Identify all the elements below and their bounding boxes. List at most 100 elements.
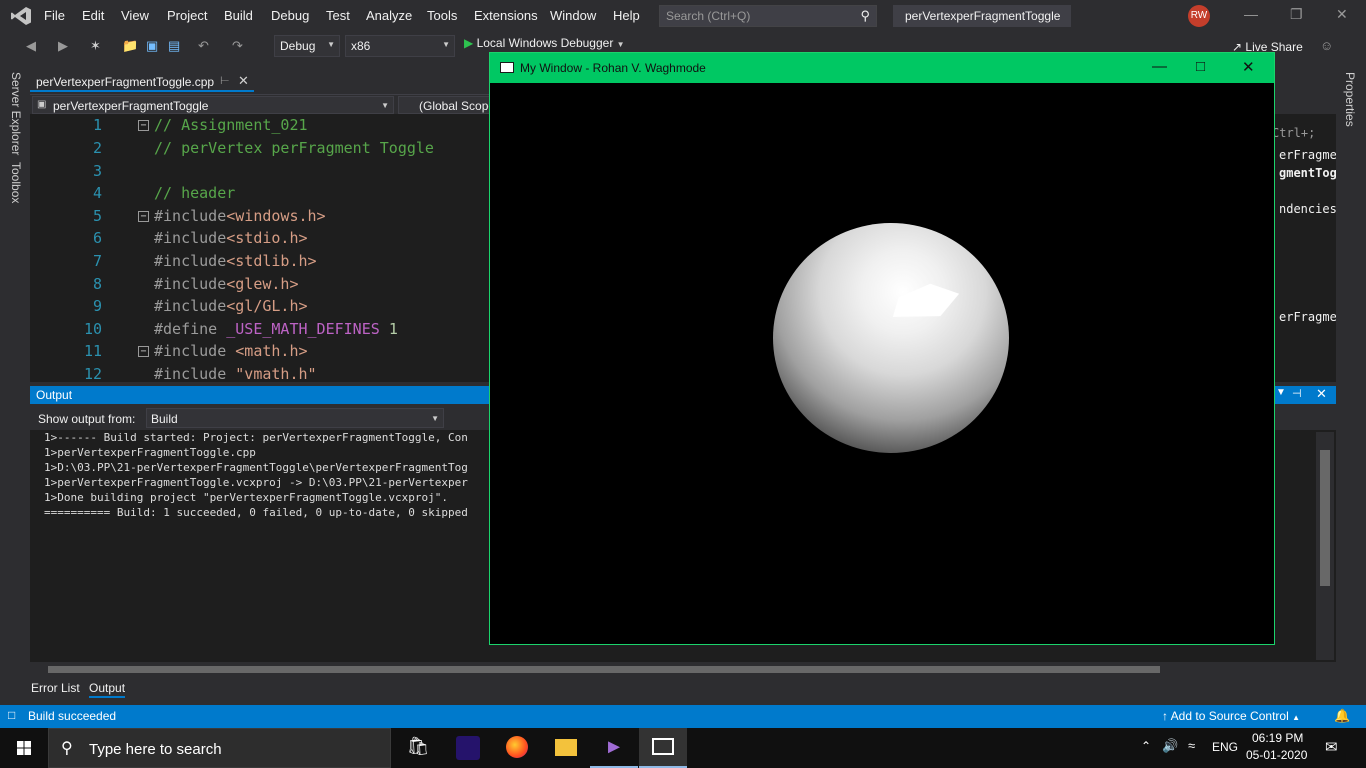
output-line: 1>perVertexperFragmentToggle.vcxproj -> … <box>44 476 468 489</box>
close-panel-icon[interactable]: ✕ <box>1316 386 1327 402</box>
solution-file-fragment: erFragment <box>1279 310 1336 324</box>
search-input[interactable]: Search (Ctrl+Q) ⚲ <box>659 5 877 27</box>
server-explorer-tab[interactable]: Server Explorer <box>9 72 23 155</box>
macro-name: _USE_MATH_DEFINES <box>226 320 380 338</box>
menu-help[interactable]: Help <box>613 8 640 23</box>
menu-debug[interactable]: Debug <box>271 8 309 23</box>
menu-tools[interactable]: Tools <box>427 8 457 23</box>
navigate-back-icon[interactable]: ◀ <box>26 38 36 54</box>
solution-name-badge: perVertexperFragmentToggle <box>893 5 1071 27</box>
new-project-icon[interactable]: ✶ <box>90 38 101 54</box>
redo-icon[interactable]: ↷ <box>232 38 243 54</box>
start-debugging-button[interactable]: ▶ Local Windows Debugger ▼ <box>464 36 625 50</box>
line-number: 10 <box>83 320 102 338</box>
panel-options-icon[interactable]: ▼ <box>1276 387 1286 398</box>
menu-analyze[interactable]: Analyze <box>366 8 412 23</box>
clock-time[interactable]: 06:19 PM <box>1252 731 1303 745</box>
status-message: Build succeeded <box>28 709 117 723</box>
solution-configuration-select[interactable]: Debug ▼ <box>274 35 340 57</box>
menu-file[interactable]: File <box>44 8 65 23</box>
save-icon[interactable]: ▣ <box>146 38 158 54</box>
restore-icon[interactable]: ❐ <box>1290 6 1303 23</box>
source-control-label: Add to Source Control <box>1170 709 1289 723</box>
collapse-icon[interactable]: − <box>138 120 149 131</box>
taskbar-search-box[interactable]: ⚲ Type here to search <box>48 728 391 768</box>
menu-test[interactable]: Test <box>326 8 350 23</box>
document-tab[interactable]: perVertexperFragmentToggle.cpp ⊢ ✕ <box>30 72 254 92</box>
chevron-down-icon: ▼ <box>327 40 335 49</box>
volume-icon[interactable]: 🔊 <box>1162 738 1178 754</box>
properties-tab[interactable]: Properties <box>1343 72 1357 127</box>
scrollbar-thumb[interactable] <box>1320 450 1330 586</box>
line-number: 2 <box>92 139 102 157</box>
close-icon[interactable]: ✕ <box>1336 6 1348 23</box>
solution-platform-select[interactable]: x86 ▼ <box>345 35 455 57</box>
store-icon[interactable]: 🛍 <box>394 728 442 768</box>
search-icon[interactable]: ⚲ <box>860 8 870 24</box>
output-line: 1>------ Build started: Project: perVert… <box>44 431 468 444</box>
output-line: 1>Done building project "perVertexperFra… <box>44 491 448 504</box>
code-line: #include "vmath.h" <box>154 365 317 382</box>
member-scope-dropdown[interactable]: (Global Scope) <box>398 96 490 114</box>
save-all-icon[interactable]: ▤ <box>168 38 180 54</box>
collapse-icon[interactable]: − <box>138 346 149 357</box>
close-tab-icon[interactable]: ✕ <box>238 73 249 89</box>
maximize-icon[interactable]: □ <box>1196 58 1205 75</box>
wifi-icon[interactable]: ≈ <box>1188 738 1195 753</box>
open-folder-icon[interactable]: 📁 <box>122 38 138 54</box>
windows-start-icon[interactable] <box>0 728 48 768</box>
include-path: <windows.h> <box>226 207 326 225</box>
line-number: 3 <box>92 162 102 180</box>
show-hidden-icons-icon[interactable]: ⌃ <box>1141 739 1151 753</box>
preprocessor-directive: #include <box>154 252 227 270</box>
build-status-icon: □ <box>8 708 16 722</box>
scrollbar-thumb[interactable] <box>48 666 1160 673</box>
solution-search-fragment: Ctrl+; <box>1272 126 1316 140</box>
output-vertical-scrollbar[interactable] <box>1316 432 1334 660</box>
project-scope-dropdown[interactable]: ▣ perVertexperFragmentToggle ▼ <box>32 96 394 114</box>
add-to-source-control-button[interactable]: ↑ Add to Source Control ▲ <box>1162 709 1300 723</box>
document-tab-label: perVertexperFragmentToggle.cpp <box>36 75 215 89</box>
chevron-down-icon: ▼ <box>442 40 450 49</box>
right-tool-rail: Properties <box>1336 60 1366 702</box>
collapse-icon[interactable]: − <box>138 211 149 222</box>
input-language[interactable]: ENG <box>1212 740 1238 754</box>
feedback-icon[interactable]: ☺ <box>1320 38 1333 53</box>
solution-project-fragment: gmentTog <box>1279 166 1336 180</box>
menu-view[interactable]: View <box>121 8 149 23</box>
menu-project[interactable]: Project <box>167 8 207 23</box>
taskbar-search-placeholder: Type here to search <box>89 741 222 758</box>
tab-output[interactable]: Output <box>89 681 126 698</box>
minimize-icon[interactable]: — <box>1152 58 1167 75</box>
output-source-select[interactable]: Build ▼ <box>146 408 444 428</box>
pin-icon[interactable]: ⊢ <box>220 74 230 87</box>
clock-date[interactable]: 05-01-2020 <box>1246 748 1307 762</box>
visual-studio-logo-icon <box>11 7 31 25</box>
user-avatar[interactable]: RW <box>1188 5 1210 27</box>
notifications-bell-icon[interactable]: 🔔 <box>1334 708 1350 724</box>
firefox-icon[interactable] <box>493 728 541 768</box>
minimize-icon[interactable]: — <box>1244 6 1258 22</box>
tab-error-list[interactable]: Error List <box>31 681 80 695</box>
output-horizontal-scrollbar[interactable] <box>30 662 1316 676</box>
menu-build[interactable]: Build <box>224 8 253 23</box>
code-line: // Assignment_021 <box>154 116 308 134</box>
navigate-forward-icon[interactable]: ▶ <box>58 38 68 54</box>
opengl-window-title-bar[interactable]: My Window - Rohan V. Waghmode — □ ✕ <box>490 53 1274 83</box>
file-explorer-icon[interactable] <box>542 728 590 768</box>
toolbox-tab[interactable]: Toolbox <box>9 162 23 203</box>
member-scope-value: (Global Scope) <box>419 99 489 113</box>
code-line: // header <box>154 184 236 202</box>
preprocessor-directive: #include <box>154 297 227 315</box>
amazon-music-icon[interactable] <box>444 728 492 768</box>
undo-icon[interactable]: ↶ <box>198 38 209 54</box>
auto-hide-pin-icon[interactable]: ⊣ <box>1292 387 1302 400</box>
opengl-window-icon[interactable] <box>639 728 687 768</box>
menu-edit[interactable]: Edit <box>82 8 104 23</box>
menu-extensions[interactable]: Extensions <box>474 8 538 23</box>
action-center-icon[interactable]: ✉ <box>1325 738 1338 756</box>
menu-window[interactable]: Window <box>550 8 596 23</box>
visual-studio-icon[interactable]: ► <box>590 728 638 768</box>
opengl-window[interactable]: My Window - Rohan V. Waghmode — □ ✕ <box>489 52 1275 645</box>
close-icon[interactable]: ✕ <box>1242 58 1255 76</box>
